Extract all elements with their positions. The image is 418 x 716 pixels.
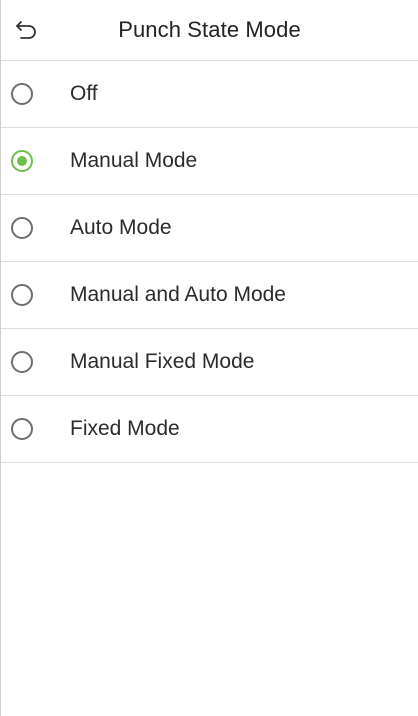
radio-button[interactable] [11, 284, 33, 306]
option-label: Auto Mode [70, 216, 172, 239]
option-manual-fixed-mode[interactable]: Manual Fixed Mode [1, 329, 418, 396]
option-label: Fixed Mode [70, 417, 180, 440]
page-title: Punch State Mode [118, 17, 301, 42]
radio-button[interactable] [11, 83, 33, 105]
back-button[interactable] [11, 14, 41, 44]
radio-button[interactable] [11, 217, 33, 239]
back-arrow-icon [16, 21, 36, 39]
option-auto-mode[interactable]: Auto Mode [1, 195, 418, 262]
radio-button[interactable] [11, 351, 33, 373]
option-label: Manual and Auto Mode [70, 283, 286, 306]
option-label: Off [70, 82, 98, 105]
option-manual-mode[interactable]: Manual Mode [1, 128, 418, 195]
option-fixed-mode[interactable]: Fixed Mode [1, 396, 418, 463]
option-label: Manual Mode [70, 149, 198, 172]
radio-button[interactable] [11, 418, 33, 440]
header-bar: Punch State Mode [1, 0, 418, 61]
option-manual-and-auto-mode[interactable]: Manual and Auto Mode [1, 262, 418, 329]
option-off[interactable]: Off [1, 61, 418, 128]
mode-option-list: Off Manual Mode Auto Mode Manual and Aut… [1, 61, 418, 463]
punch-state-mode-screen: Punch State Mode Off Manual Mode Auto Mo… [0, 0, 418, 716]
radio-button[interactable] [11, 150, 33, 172]
option-label: Manual Fixed Mode [70, 350, 255, 373]
radio-selected-dot-icon [17, 156, 27, 166]
